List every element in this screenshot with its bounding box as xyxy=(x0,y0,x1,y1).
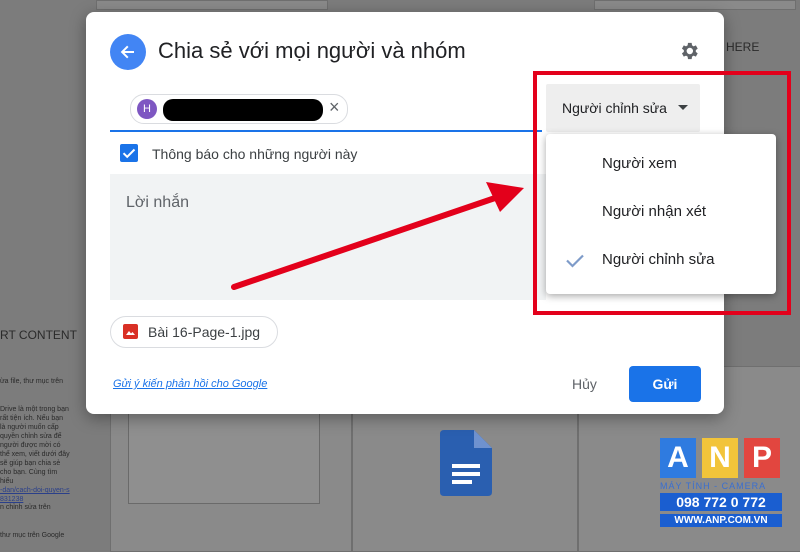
recipient-input-row[interactable]: H × xyxy=(110,86,542,132)
recipient-chip[interactable]: H × xyxy=(130,94,348,124)
highlight-frame xyxy=(533,71,791,315)
cancel-button[interactable]: Hủy xyxy=(572,376,597,392)
attachment-name: Bài 16-Page-1.jpg xyxy=(148,324,261,340)
wm-letter: P xyxy=(744,438,780,478)
bg-section-label: RT CONTENT xyxy=(0,328,77,342)
feedback-link[interactable]: Gửi ý kiến phản hồi cho Google xyxy=(113,378,267,390)
bg-snippet: ừa file, thư mục trên xyxy=(0,378,64,385)
bg-link: -dan/cach-doi-quyen-s 831238 xyxy=(0,487,70,503)
bg-header-fragment: HERE xyxy=(726,40,760,54)
arrow-left-icon xyxy=(120,45,134,59)
bg-snippet: n chỉnh sửa trên xyxy=(0,504,51,511)
attachment-chip[interactable]: Bài 16-Page-1.jpg xyxy=(110,316,278,348)
bg-card xyxy=(594,0,796,10)
wm-letter: A xyxy=(660,438,696,478)
gear-icon[interactable] xyxy=(678,40,700,62)
wm-phone: 098 772 0 772 xyxy=(660,493,782,511)
wm-tagline: MÁY TÍNH - CAMERA xyxy=(660,481,767,491)
wm-letter: N xyxy=(702,438,738,478)
image-file-icon xyxy=(123,324,138,339)
anp-watermark: A N P MÁY TÍNH - CAMERA 098 772 0 772 WW… xyxy=(660,438,782,527)
send-button[interactable]: Gửi xyxy=(629,366,701,402)
avatar: H xyxy=(137,99,157,119)
message-placeholder: Lời nhắn xyxy=(126,194,189,211)
bg-snippet: Drive là một trong bạn rất tiện ích. Nếu… xyxy=(0,406,70,485)
notify-checkbox[interactable] xyxy=(120,144,138,162)
google-docs-icon xyxy=(440,430,492,496)
message-textarea[interactable]: Lời nhắn xyxy=(110,174,546,300)
bg-spreadsheet-thumbnail xyxy=(128,412,320,504)
close-icon[interactable]: × xyxy=(329,97,340,118)
bg-card xyxy=(96,0,328,10)
notify-label: Thông báo cho những người này xyxy=(152,146,358,162)
bg-snippet: thư mục trên Google xyxy=(0,532,65,539)
redacted-name xyxy=(163,99,323,121)
check-icon xyxy=(122,148,136,159)
back-button[interactable] xyxy=(110,34,146,70)
dialog-title: Chia sẻ với mọi người và nhóm xyxy=(158,38,466,63)
wm-website: WWW.ANP.COM.VN xyxy=(660,514,782,527)
